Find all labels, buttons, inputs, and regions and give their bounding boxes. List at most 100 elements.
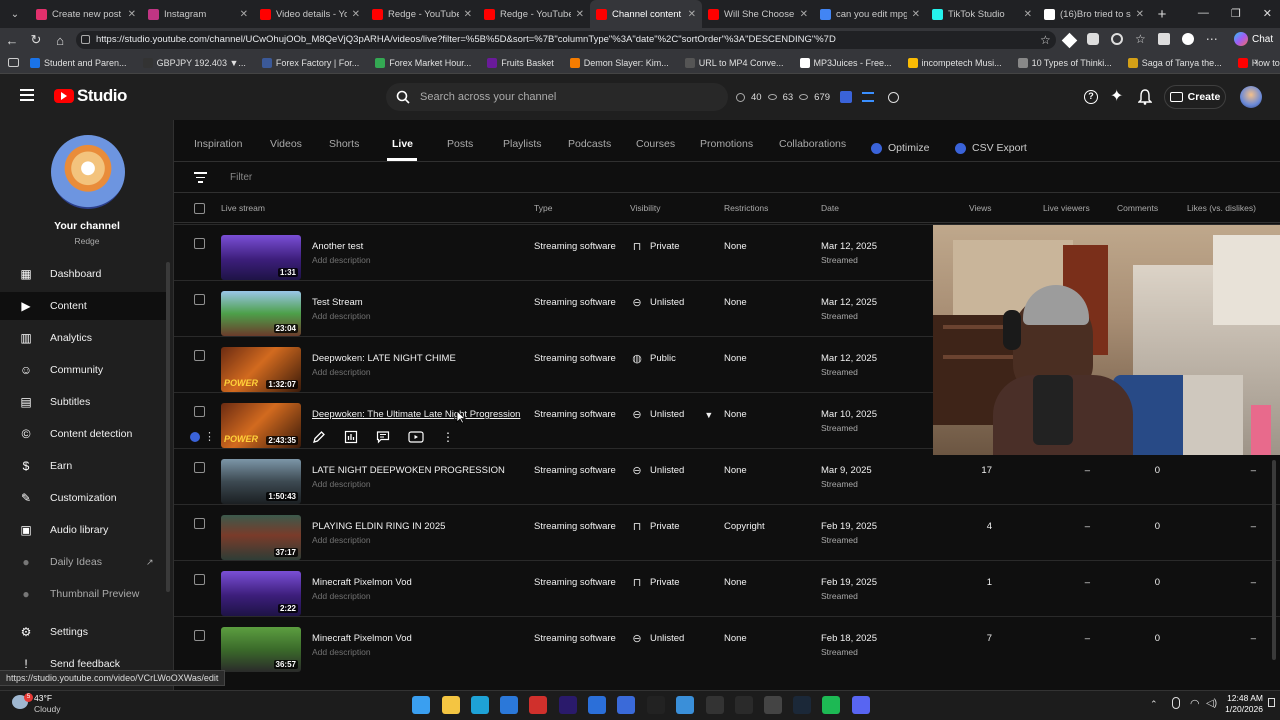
- notepad-icon[interactable]: [676, 696, 694, 714]
- file-explorer-icon[interactable]: [442, 696, 460, 714]
- bookmark-item[interactable]: How to Fix Screen...: [1237, 57, 1280, 68]
- sidebar-item-earn[interactable]: $ Earn: [0, 452, 166, 480]
- row-checkbox[interactable]: [194, 406, 205, 417]
- bookmark-item[interactable]: URL to MP4 Conve...: [684, 57, 784, 68]
- channel-search-box[interactable]: Search across your channel: [386, 83, 728, 111]
- bookmark-item[interactable]: Forex Factory | For...: [261, 57, 359, 68]
- edit-pencil-icon[interactable]: [312, 430, 326, 444]
- krita-icon[interactable]: [617, 696, 635, 714]
- app-icon-green[interactable]: [822, 696, 840, 714]
- extension-icon-diamond[interactable]: [1061, 32, 1078, 49]
- reading-list-icon[interactable]: [8, 58, 19, 67]
- premiere-icon[interactable]: [559, 696, 577, 714]
- filter-input[interactable]: Filter: [230, 172, 252, 183]
- chevron-down-icon[interactable]: ▼: [704, 410, 713, 420]
- edge-browser-icon[interactable]: [471, 696, 489, 714]
- bookmark-item[interactable]: incompetech Musi...: [907, 57, 1002, 68]
- visibility-cell[interactable]: ⊓ Private: [630, 240, 680, 253]
- filter-icon[interactable]: [193, 172, 207, 183]
- steam-icon[interactable]: [793, 696, 811, 714]
- bookmark-item[interactable]: MP3Juices - Free...: [799, 57, 892, 68]
- bookmark-item[interactable]: Fruits Basket: [487, 57, 554, 68]
- url-bar[interactable]: https://studio.youtube.com/channel/UCwOh…: [76, 31, 1056, 49]
- bookmark-item[interactable]: Student and Paren...: [30, 57, 127, 68]
- browser-tab[interactable]: Redge - YouTube ✕: [478, 0, 590, 28]
- tab-close-icon[interactable]: ✕: [352, 9, 360, 20]
- close-window-icon[interactable]: ✕: [1263, 7, 1272, 20]
- tab-promotions[interactable]: Promotions: [700, 138, 753, 158]
- tab-live[interactable]: Live: [392, 138, 413, 158]
- visibility-cell[interactable]: ⊖ Unlisted: [630, 632, 684, 645]
- youtube-view-icon[interactable]: [408, 430, 424, 444]
- video-thumbnail[interactable]: POWER 2:43:35: [221, 403, 301, 448]
- visibility-cell[interactable]: ◍ Public: [630, 352, 676, 365]
- more-menu-icon[interactable]: ⋯: [1206, 33, 1218, 46]
- tab-posts[interactable]: Posts: [447, 138, 473, 158]
- studio-logo[interactable]: Studio: [54, 86, 127, 106]
- sidebar-item-subtitles[interactable]: ▤ Subtitles: [0, 388, 166, 416]
- column-header-date[interactable]: Date: [821, 203, 839, 213]
- bookmark-item[interactable]: 10 Types of Thinki...: [1017, 57, 1112, 68]
- row-checkbox[interactable]: [194, 518, 205, 529]
- table-row[interactable]: [174, 560, 1280, 616]
- browser-tab[interactable]: Instagram ✕: [142, 0, 254, 28]
- table-row[interactable]: [174, 448, 1280, 504]
- tab-close-icon[interactable]: ✕: [1136, 9, 1144, 20]
- video-thumbnail[interactable]: 2:22: [221, 571, 301, 616]
- tab-close-icon[interactable]: ✕: [1024, 9, 1032, 20]
- video-thumbnail[interactable]: 1:31: [221, 235, 301, 280]
- minimize-icon[interactable]: —: [1198, 7, 1209, 20]
- video-thumbnail[interactable]: 1:50:43: [221, 459, 301, 504]
- sidebar-item-dashboard[interactable]: ▦ Dashboard: [0, 260, 166, 288]
- column-header-likes[interactable]: Likes (vs. dislikes): [1187, 203, 1256, 213]
- volume-icon[interactable]: ◁): [1206, 698, 1217, 709]
- browser-tab[interactable]: Create new post • In ✕: [30, 0, 142, 28]
- row-checkbox[interactable]: [194, 294, 205, 305]
- video-description[interactable]: Add description: [312, 367, 371, 377]
- browser-tab[interactable]: Redge - YouTube ✕: [366, 0, 478, 28]
- obs-icon[interactable]: [706, 696, 724, 714]
- tab-shorts[interactable]: Shorts: [329, 138, 359, 158]
- visibility-cell[interactable]: ⊓ Private: [630, 520, 680, 533]
- visibility-cell[interactable]: ⊖ Unlisted: [630, 296, 684, 309]
- bookmark-item[interactable]: GBPJPY 192.403 ▼...: [142, 57, 246, 68]
- sidebar-item-content-detection[interactable]: © Content detection: [0, 420, 166, 448]
- video-title[interactable]: Deepwoken: The Ultimate Late Night Progr…: [312, 409, 520, 420]
- tray-overflow-icon[interactable]: ⌃: [1150, 699, 1158, 710]
- video-description[interactable]: Add description: [312, 647, 371, 657]
- row-drag-handle-icon[interactable]: ⋮: [204, 430, 215, 443]
- video-description[interactable]: Add description: [312, 479, 371, 489]
- discord-icon[interactable]: [852, 696, 870, 714]
- tab-close-icon[interactable]: ✕: [800, 9, 808, 20]
- store-icon[interactable]: [500, 696, 518, 714]
- tab-courses[interactable]: Courses: [636, 138, 675, 158]
- channel-avatar[interactable]: [51, 135, 125, 209]
- tab-playlists[interactable]: Playlists: [503, 138, 542, 158]
- tab-close-icon[interactable]: ✕: [240, 9, 248, 20]
- roblox-icon[interactable]: [529, 696, 547, 714]
- video-title[interactable]: PLAYING ELDIN RING IN 2025: [312, 521, 445, 532]
- table-row[interactable]: [174, 504, 1280, 560]
- select-all-checkbox[interactable]: [194, 203, 205, 214]
- browser-tab[interactable]: (16)Bro tried to snea ✕: [1038, 0, 1150, 28]
- browser-tab[interactable]: TikTok Studio ✕: [926, 0, 1038, 28]
- browser-tab[interactable]: Channel content - Yo ✕: [590, 0, 702, 28]
- extension-badge-icon[interactable]: [840, 91, 853, 103]
- analytics-bars-icon[interactable]: [344, 430, 358, 444]
- comments-icon[interactable]: [376, 430, 390, 444]
- row-checkbox[interactable]: [194, 630, 205, 641]
- video-thumbnail[interactable]: 37:17: [221, 515, 301, 560]
- media-icon[interactable]: [735, 696, 753, 714]
- wifi-icon[interactable]: ◠: [1190, 697, 1200, 710]
- bookmark-item[interactable]: Forex Market Hour...: [375, 57, 471, 68]
- video-title[interactable]: Another test: [312, 241, 363, 252]
- new-tab-icon[interactable]: +: [1150, 6, 1174, 23]
- notifications-bell-icon[interactable]: [1138, 89, 1152, 105]
- tab-optimize[interactable]: Optimize: [871, 138, 929, 158]
- video-title[interactable]: LATE NIGHT DEEPWOKEN PROGRESSION: [312, 465, 505, 476]
- tab-close-icon[interactable]: ✕: [688, 9, 696, 20]
- sidebar-item-settings[interactable]: ⚙ Settings: [0, 618, 166, 646]
- site-info-icon[interactable]: [81, 35, 90, 44]
- back-icon[interactable]: ←: [0, 33, 24, 48]
- sidebar-scrollbar[interactable]: [166, 262, 170, 592]
